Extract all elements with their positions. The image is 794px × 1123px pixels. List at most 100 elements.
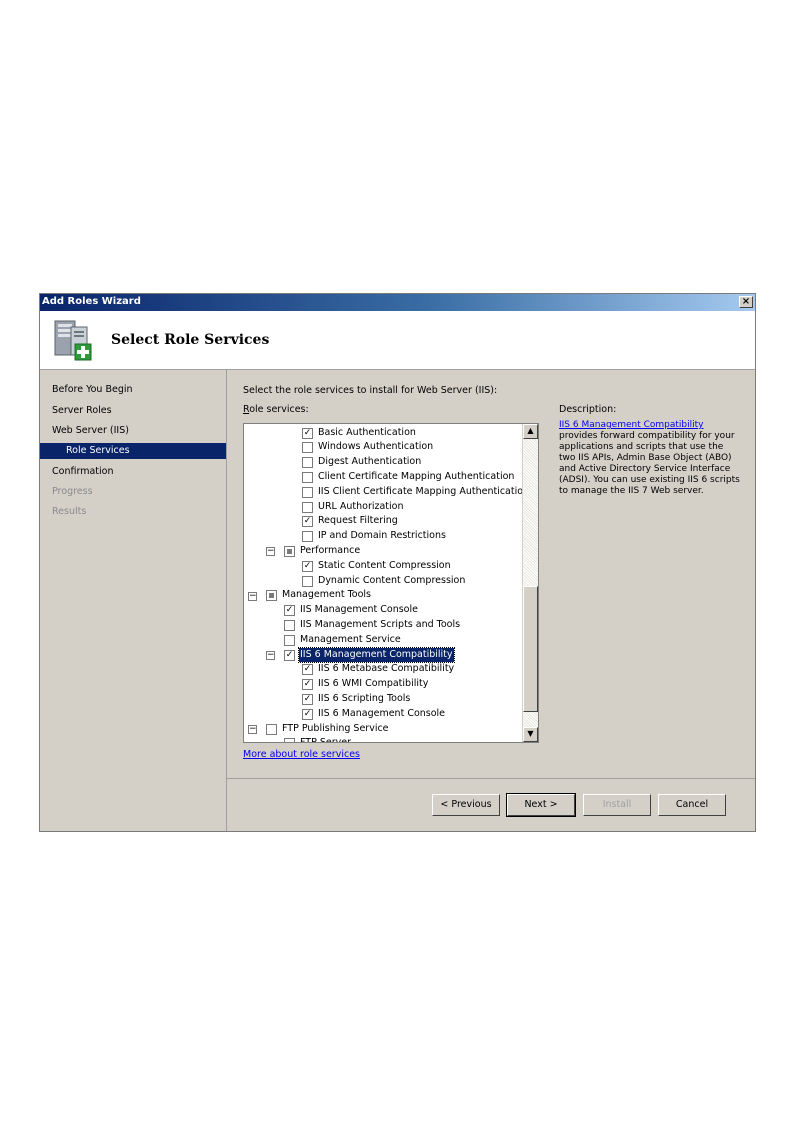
description-label: Description: <box>559 404 617 415</box>
cancel-button[interactable]: Cancel <box>658 794 726 816</box>
tree-item-label: URL Authorization <box>318 500 404 512</box>
tree-item-label: Digest Authentication <box>318 456 422 468</box>
tree-item[interactable]: − Performance <box>244 544 522 559</box>
tree-item[interactable]: IP and Domain Restrictions <box>244 529 522 544</box>
step-progress: Progress <box>52 486 93 497</box>
tree-scrollbar[interactable]: ▲ ▼ <box>522 424 538 742</box>
tree-item-checkbox[interactable] <box>284 619 295 631</box>
tree-item-checkbox[interactable] <box>302 486 313 498</box>
server-add-icon <box>54 320 92 361</box>
step-results: Results <box>52 506 87 517</box>
step-before-you-begin[interactable]: Before You Begin <box>52 382 133 398</box>
tree-item[interactable]: ✓ IIS 6 WMI Compatibility <box>244 677 522 692</box>
tree-item-label: FTP Server <box>300 737 352 743</box>
scroll-down-icon: ▼ <box>527 729 534 738</box>
tree-collapse-icon[interactable]: − <box>266 547 275 557</box>
tree-item-label: Dynamic Content Compression <box>318 574 466 586</box>
page-title: Select Role Services <box>111 332 270 348</box>
tree-item-label: Static Content Compression <box>318 559 451 571</box>
tree-item[interactable]: Management Service <box>244 633 522 648</box>
tree-item[interactable]: ✓ IIS 6 Metabase Compatibility <box>244 662 522 677</box>
tree-item-checkbox[interactable]: ✓ <box>302 693 313 705</box>
previous-button-label: < Previous <box>440 799 492 810</box>
tree-item[interactable]: ✓ IIS 6 Scripting Tools <box>244 692 522 707</box>
tree-item[interactable]: Dynamic Content Compression <box>244 574 522 589</box>
next-button[interactable]: Next > <box>506 793 576 817</box>
tree-item-label: Windows Authentication <box>318 441 434 453</box>
tree-item-checkbox[interactable]: ✓ <box>302 664 313 676</box>
step-server-roles[interactable]: Server Roles <box>52 403 112 419</box>
wizard-footer: < Previous Next > Install Cancel <box>227 778 755 831</box>
more-about-role-services-link[interactable]: More about role services <box>243 749 360 760</box>
role-services-label: Role services: <box>243 404 309 415</box>
install-button-label: Install <box>602 799 632 810</box>
tree-item[interactable]: ✓ Static Content Compression <box>244 559 522 574</box>
close-button[interactable]: × <box>739 296 753 308</box>
tree-item-checkbox[interactable]: ✓ <box>284 649 295 661</box>
tree-item-label: Performance <box>300 544 361 556</box>
tree-item-label: FTP Publishing Service <box>282 722 389 734</box>
tree-item-checkbox[interactable] <box>284 545 295 557</box>
tree-item-checkbox[interactable]: ✓ <box>302 708 313 720</box>
tree-item[interactable]: ✓ Basic Authentication <box>244 426 522 441</box>
tree-item[interactable]: FTP Server <box>244 736 522 743</box>
step-confirmation[interactable]: Confirmation <box>52 464 113 480</box>
next-button-label: Next > <box>524 799 558 810</box>
tree-item[interactable]: ✓ Request Filtering <box>244 514 522 529</box>
role-services-label-rest: ole services: <box>249 404 309 415</box>
tree-item-label: IIS 6 Management Compatibility <box>298 646 455 664</box>
instruction-text: Select the role services to install for … <box>243 385 498 396</box>
tree-item[interactable]: − Management Tools <box>244 588 522 603</box>
tree-item-checkbox[interactable]: ✓ <box>284 605 295 617</box>
tree-item-checkbox[interactable] <box>302 442 313 454</box>
scroll-down-button[interactable]: ▼ <box>523 727 538 742</box>
tree-item-label: Management Tools <box>282 589 372 601</box>
tree-item-checkbox[interactable] <box>302 501 313 513</box>
tree-item[interactable]: Digest Authentication <box>244 455 522 470</box>
tree-item[interactable]: IIS Client Certificate Mapping Authentic… <box>244 485 529 500</box>
tree-item-checkbox[interactable] <box>302 531 313 543</box>
tree-item-label: IIS Management Console <box>300 604 418 616</box>
tree-item[interactable]: URL Authorization <box>244 500 522 515</box>
install-button: Install <box>583 794 651 816</box>
tree-item-checkbox[interactable]: ✓ <box>302 427 313 439</box>
tree-item-checkbox[interactable] <box>266 590 277 602</box>
tree-item-label: Management Service <box>300 633 401 645</box>
step-web-server-iis[interactable]: Web Server (IIS) <box>52 423 129 439</box>
scroll-up-icon: ▲ <box>527 426 534 435</box>
tree-item-label: IP and Domain Restrictions <box>318 530 446 542</box>
tree-item-checkbox[interactable]: ✓ <box>302 516 313 528</box>
tree-item-checkbox[interactable]: ✓ <box>302 679 313 691</box>
tree-item-checkbox[interactable]: ✓ <box>302 560 313 572</box>
scroll-thumb[interactable] <box>523 586 538 712</box>
cancel-button-label: Cancel <box>675 799 709 810</box>
previous-button[interactable]: < Previous <box>432 794 500 816</box>
tree-item[interactable]: − ✓ IIS 6 Management Compatibility <box>244 646 522 664</box>
tree-item-checkbox[interactable] <box>266 723 277 735</box>
tree-item[interactable]: ✓ IIS 6 Management Console <box>244 707 522 722</box>
tree-item-checkbox[interactable] <box>284 634 295 646</box>
tree-collapse-icon[interactable]: − <box>248 591 257 601</box>
tree-item[interactable]: Client Certificate Mapping Authenticatio… <box>244 470 522 485</box>
tree-collapse-icon[interactable]: − <box>248 725 257 734</box>
close-icon: × <box>741 296 751 307</box>
tree-item-label: IIS 6 Scripting Tools <box>318 692 411 704</box>
step-role-services[interactable]: Role Services <box>40 443 226 459</box>
tree-item-label: IIS 6 Metabase Compatibility <box>318 663 455 675</box>
tree-item-label: IIS 6 Management Console <box>318 707 446 719</box>
tree-item-checkbox[interactable] <box>302 471 313 483</box>
scroll-up-button[interactable]: ▲ <box>523 424 538 439</box>
tree-item[interactable]: ✓ IIS Management Console <box>244 603 522 618</box>
title-bar[interactable]: Add Roles Wizard × <box>40 294 755 311</box>
description-link[interactable]: IIS 6 Management Compatibility <box>559 420 704 430</box>
wizard-steps-sidebar: Before You Begin Server Roles Web Server… <box>40 370 227 831</box>
role-services-tree[interactable]: ✓ Basic Authentication Windows Authenticat… <box>243 423 539 743</box>
tree-item[interactable]: − FTP Publishing Service <box>244 722 522 737</box>
tree-item[interactable]: Windows Authentication <box>244 440 522 455</box>
tree-item-checkbox[interactable] <box>302 575 313 587</box>
tree-item[interactable]: IIS Management Scripts and Tools <box>244 618 522 633</box>
tree-item-checkbox[interactable] <box>284 738 295 742</box>
tree-item-label: IIS Client Certificate Mapping Authentic… <box>318 485 530 497</box>
tree-item-checkbox[interactable] <box>302 457 313 469</box>
tree-collapse-icon[interactable]: − <box>266 651 275 660</box>
